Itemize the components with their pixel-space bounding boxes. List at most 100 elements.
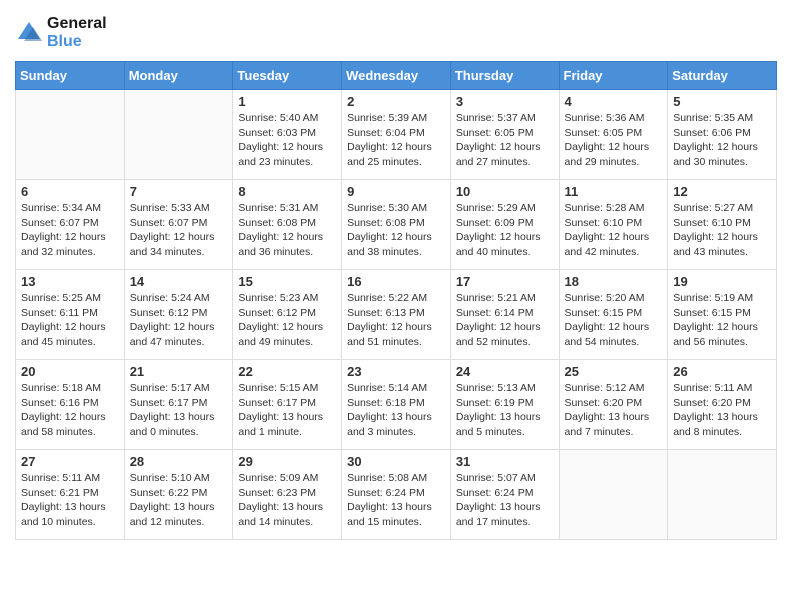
calendar-cell: 9Sunrise: 5:30 AMSunset: 6:08 PMDaylight… [342,180,451,270]
calendar-cell: 16 Sunrise: 5:22 AMSunset: 6:13 PMDayligh… [342,270,451,360]
day-number: 15 [238,274,336,289]
day-number: 20 [21,364,119,379]
day-number: 5 [673,94,771,109]
day-number: 26 [673,364,771,379]
day-detail: Sunrise: 5:21 AMSunset: 6:14 PMDaylight:… [456,291,554,350]
day-number: 10 [456,184,554,199]
day-number: 14 [130,274,228,289]
day-number: 22 [238,364,336,379]
day-number: 3 [456,94,554,109]
day-number: 24 [456,364,554,379]
calendar-cell: 1 Sunrise: 5:40 AMSunset: 6:03 PMDaylight… [233,90,342,180]
calendar-cell: 17Sunrise: 5:21 AMSunset: 6:14 PMDayligh… [450,270,559,360]
day-number: 12 [673,184,771,199]
day-header-sunday: Sunday [16,62,125,90]
calendar-cell: 24 Sunrise: 5:13 AMSunset: 6:19 PMDayligh… [450,360,559,450]
calendar-cell: 29 Sunrise: 5:09 AMSunset: 6:23 PMDayligh… [233,450,342,540]
calendar-cell [16,90,125,180]
day-number: 31 [456,454,554,469]
calendar-cell: 11 Sunrise: 5:28 AMSunset: 6:10 PMDayligh… [559,180,668,270]
day-detail: Sunrise: 5:20 AMSunset: 6:15 PMDaylight:… [565,291,663,350]
day-detail: Sunrise: 5:37 AMSunset: 6:05 PMDaylight:… [456,111,554,170]
calendar-cell: 19 Sunrise: 5:19 AMSunset: 6:15 PMDayligh… [668,270,777,360]
calendar-cell: 4 Sunrise: 5:36 AMSunset: 6:05 PMDaylight… [559,90,668,180]
day-header-saturday: Saturday [668,62,777,90]
day-detail: Sunrise: 5:23 AMSunset: 6:12 PMDaylight:… [238,291,336,350]
calendar-cell: 6 Sunrise: 5:34 AMSunset: 6:07 PMDaylight… [16,180,125,270]
logo-icon [15,19,43,47]
day-header-friday: Friday [559,62,668,90]
logo-text: General Blue [47,15,107,51]
calendar-cell: 23 Sunrise: 5:14 AMSunset: 6:18 PMDayligh… [342,360,451,450]
day-number: 21 [130,364,228,379]
day-detail: Sunrise: 5:28 AMSunset: 6:10 PMDaylight:… [565,201,663,260]
calendar-cell: 31 Sunrise: 5:07 AMSunset: 6:24 PMDayligh… [450,450,559,540]
day-detail: Sunrise: 5:17 AMSunset: 6:17 PMDaylight:… [130,381,228,440]
day-detail: Sunrise: 5:15 AMSunset: 6:17 PMDaylight:… [238,381,336,440]
day-detail: Sunrise: 5:29 AMSunset: 6:09 PMDaylight:… [456,201,554,260]
calendar-cell: 20 Sunrise: 5:18 AMSunset: 6:16 PMDayligh… [16,360,125,450]
calendar-cell: 27Sunrise: 5:11 AMSunset: 6:21 PMDayligh… [16,450,125,540]
day-number: 30 [347,454,445,469]
calendar-cell: 8 Sunrise: 5:31 AMSunset: 6:08 PMDaylight… [233,180,342,270]
calendar-cell: 15 Sunrise: 5:23 AMSunset: 6:12 PMDayligh… [233,270,342,360]
day-number: 18 [565,274,663,289]
day-number: 1 [238,94,336,109]
day-detail: Sunrise: 5:25 AMSunset: 6:11 PMDaylight:… [21,291,119,350]
day-header-tuesday: Tuesday [233,62,342,90]
calendar-week-row: 13 Sunrise: 5:25 AMSunset: 6:11 PMDayligh… [16,270,777,360]
day-number: 6 [21,184,119,199]
calendar-cell [124,90,233,180]
calendar-week-row: 1 Sunrise: 5:40 AMSunset: 6:03 PMDaylight… [16,90,777,180]
calendar-table: SundayMondayTuesdayWednesdayThursdayFrid… [15,61,777,540]
calendar-cell: 28Sunrise: 5:10 AMSunset: 6:22 PMDayligh… [124,450,233,540]
day-number: 16 [347,274,445,289]
day-header-wednesday: Wednesday [342,62,451,90]
day-detail: Sunrise: 5:34 AMSunset: 6:07 PMDaylight:… [21,201,119,260]
day-number: 29 [238,454,336,469]
day-detail: Sunrise: 5:31 AMSunset: 6:08 PMDaylight:… [238,201,336,260]
page-header: General Blue [15,15,777,51]
day-detail: Sunrise: 5:14 AMSunset: 6:18 PMDaylight:… [347,381,445,440]
day-number: 27 [21,454,119,469]
day-number: 7 [130,184,228,199]
day-detail: Sunrise: 5:13 AMSunset: 6:19 PMDaylight:… [456,381,554,440]
calendar-cell: 12Sunrise: 5:27 AMSunset: 6:10 PMDayligh… [668,180,777,270]
day-detail: Sunrise: 5:35 AMSunset: 6:06 PMDaylight:… [673,111,771,170]
day-number: 11 [565,184,663,199]
calendar-cell: 5 Sunrise: 5:35 AMSunset: 6:06 PMDaylight… [668,90,777,180]
day-detail: Sunrise: 5:11 AMSunset: 6:20 PMDaylight:… [673,381,771,440]
day-detail: Sunrise: 5:09 AMSunset: 6:23 PMDaylight:… [238,471,336,530]
day-detail: Sunrise: 5:36 AMSunset: 6:05 PMDaylight:… [565,111,663,170]
day-header-monday: Monday [124,62,233,90]
calendar-cell: 22 Sunrise: 5:15 AMSunset: 6:17 PMDayligh… [233,360,342,450]
calendar-cell: 30 Sunrise: 5:08 AMSunset: 6:24 PMDayligh… [342,450,451,540]
day-detail: Sunrise: 5:19 AMSunset: 6:15 PMDaylight:… [673,291,771,350]
day-number: 8 [238,184,336,199]
calendar-cell: 21 Sunrise: 5:17 AMSunset: 6:17 PMDayligh… [124,360,233,450]
calendar-cell: 18 Sunrise: 5:20 AMSunset: 6:15 PMDayligh… [559,270,668,360]
calendar-cell: 13 Sunrise: 5:25 AMSunset: 6:11 PMDayligh… [16,270,125,360]
day-number: 13 [21,274,119,289]
day-detail: Sunrise: 5:40 AMSunset: 6:03 PMDaylight:… [238,111,336,170]
calendar-cell: 7 Sunrise: 5:33 AMSunset: 6:07 PMDaylight… [124,180,233,270]
calendar-cell: 2Sunrise: 5:39 AMSunset: 6:04 PMDaylight… [342,90,451,180]
day-detail: Sunrise: 5:22 AMSunset: 6:13 PMDaylight:… [347,291,445,350]
day-number: 9 [347,184,445,199]
day-number: 4 [565,94,663,109]
calendar-week-row: 27Sunrise: 5:11 AMSunset: 6:21 PMDayligh… [16,450,777,540]
day-number: 23 [347,364,445,379]
day-detail: Sunrise: 5:10 AMSunset: 6:22 PMDaylight:… [130,471,228,530]
day-number: 2 [347,94,445,109]
calendar-cell [668,450,777,540]
day-number: 25 [565,364,663,379]
day-detail: Sunrise: 5:07 AMSunset: 6:24 PMDaylight:… [456,471,554,530]
day-detail: Sunrise: 5:12 AMSunset: 6:20 PMDaylight:… [565,381,663,440]
calendar-cell: 14Sunrise: 5:24 AMSunset: 6:12 PMDayligh… [124,270,233,360]
logo: General Blue [15,15,107,51]
day-detail: Sunrise: 5:18 AMSunset: 6:16 PMDaylight:… [21,381,119,440]
day-number: 19 [673,274,771,289]
day-detail: Sunrise: 5:33 AMSunset: 6:07 PMDaylight:… [130,201,228,260]
day-detail: Sunrise: 5:08 AMSunset: 6:24 PMDaylight:… [347,471,445,530]
calendar-cell: 3 Sunrise: 5:37 AMSunset: 6:05 PMDaylight… [450,90,559,180]
